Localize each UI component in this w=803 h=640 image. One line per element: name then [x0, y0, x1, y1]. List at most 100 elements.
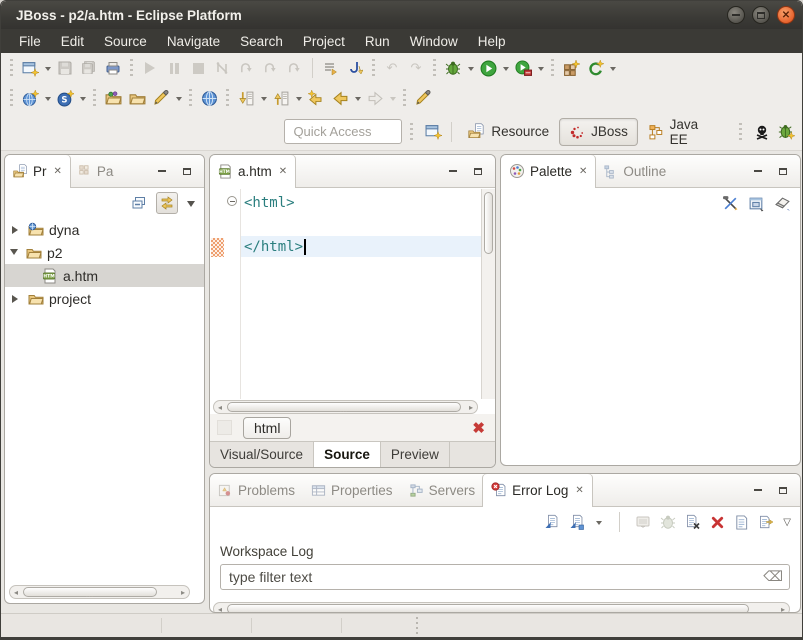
source-editor[interactable]: <html> </html>: [210, 189, 495, 399]
maximize-view-button[interactable]: [777, 484, 789, 496]
customize-palette-button[interactable]: [722, 195, 739, 212]
scrollbar-thumb[interactable]: [484, 192, 493, 254]
tab-servers[interactable]: Servers: [401, 474, 484, 506]
palette-editor-button[interactable]: [748, 195, 765, 212]
maximize-view-button[interactable]: [777, 165, 789, 177]
explorer-horizontal-scrollbar[interactable]: ◂ ⋯ ▸: [9, 585, 190, 601]
clear-log-button[interactable]: [685, 514, 701, 530]
scroll-left-arrow-icon[interactable]: ◂: [214, 605, 226, 613]
report-bug-button[interactable]: [774, 120, 798, 144]
import-button[interactable]: [101, 86, 125, 110]
menu-navigate[interactable]: Navigate: [157, 32, 230, 51]
debug-dropdown[interactable]: [465, 56, 476, 80]
print-button[interactable]: [101, 56, 125, 80]
open-log-button[interactable]: [734, 515, 749, 530]
menu-file[interactable]: File: [9, 32, 51, 51]
marker-dropdown[interactable]: [173, 86, 184, 110]
link-with-editor-button[interactable]: [156, 192, 178, 214]
scroll-left-arrow-icon[interactable]: ◂: [10, 588, 22, 597]
new-wizard-button[interactable]: [18, 56, 42, 80]
new-web-project-dropdown[interactable]: [42, 86, 53, 110]
menu-run[interactable]: Run: [355, 32, 400, 51]
tab-problems[interactable]: Problems: [210, 474, 303, 506]
menu-source[interactable]: Source: [94, 32, 157, 51]
new-seam-button[interactable]: [53, 86, 77, 110]
back-dropdown[interactable]: [352, 86, 363, 110]
code-text-area[interactable]: <html> </html>: [241, 189, 481, 399]
minimize-view-button[interactable]: [156, 165, 168, 177]
new-java-project-button[interactable]: [559, 56, 583, 80]
html-tag-breadcrumb-button[interactable]: html: [243, 416, 292, 439]
run-dropdown[interactable]: [500, 56, 511, 80]
menu-search[interactable]: Search: [230, 32, 293, 51]
scrollbar-thumb[interactable]: ⋯: [227, 604, 749, 612]
eraser-button[interactable]: [774, 195, 791, 212]
java-drop-button[interactable]: [343, 56, 367, 80]
scroll-left-arrow-icon[interactable]: ◂: [214, 403, 226, 412]
maximize-window-button[interactable]: [752, 6, 770, 24]
scroll-right-arrow-icon[interactable]: ▸: [465, 403, 477, 412]
new-web-project-button[interactable]: [18, 86, 42, 110]
run-button[interactable]: [476, 56, 500, 80]
collapse-arrow-icon[interactable]: [10, 249, 18, 259]
menu-window[interactable]: Window: [400, 32, 468, 51]
close-icon[interactable]: [277, 166, 287, 177]
tree-item-project[interactable]: project: [5, 287, 204, 310]
previous-annotation-button[interactable]: [269, 86, 293, 110]
collapse-all-button[interactable]: [131, 195, 147, 211]
debug-button[interactable]: [441, 56, 465, 80]
maximize-view-button[interactable]: [472, 165, 484, 177]
minimize-view-button[interactable]: [752, 165, 764, 177]
import-log-button[interactable]: [543, 514, 559, 530]
menu-project[interactable]: Project: [293, 32, 355, 51]
perspective-jboss[interactable]: JBoss: [559, 117, 638, 146]
new-runtime-button[interactable]: [583, 56, 607, 80]
tree-item-a-htm[interactable]: a.htm: [5, 264, 204, 287]
minimize-window-button[interactable]: [727, 6, 745, 24]
back-button[interactable]: [328, 86, 352, 110]
open-file-button[interactable]: [125, 86, 149, 110]
menu-edit[interactable]: Edit: [51, 32, 94, 51]
delete-log-button[interactable]: [710, 515, 725, 530]
tab-project-explorer[interactable]: Pr: [5, 155, 70, 188]
next-annotation-button[interactable]: [234, 86, 258, 110]
view-menu-button[interactable]: [783, 517, 791, 528]
close-icon[interactable]: [52, 166, 62, 177]
scrollbar-thumb[interactable]: ⋯: [227, 402, 461, 416]
tab-properties[interactable]: Properties: [303, 474, 401, 506]
console-horizontal-scrollbar[interactable]: ◂ ⋯ ▸: [213, 602, 790, 613]
launch-list-button[interactable]: [319, 56, 343, 80]
minimize-view-button[interactable]: [752, 484, 764, 496]
menu-help[interactable]: Help: [468, 32, 516, 51]
new-runtime-dropdown[interactable]: [607, 56, 618, 80]
tab-pa[interactable]: Pa: [70, 155, 122, 187]
expand-arrow-icon[interactable]: [12, 225, 22, 234]
export-log-dropdown[interactable]: [593, 510, 604, 534]
external-tools-button[interactable]: [511, 56, 535, 80]
quick-access-input[interactable]: [284, 119, 403, 144]
clear-filter-icon[interactable]: [763, 568, 783, 585]
open-perspective-button[interactable]: [421, 120, 445, 144]
log-filter-input[interactable]: [220, 564, 790, 590]
editor-horizontal-scrollbar[interactable]: ◂ ⋯ ▸: [213, 400, 478, 416]
web-browser-button[interactable]: [197, 86, 221, 110]
scroll-right-arrow-icon[interactable]: ▸: [777, 605, 789, 613]
tab-a-htm-editor[interactable]: a.htm: [210, 155, 296, 188]
tab-preview[interactable]: Preview: [381, 442, 450, 467]
tab-palette[interactable]: Palette: [501, 155, 596, 188]
scrollbar-thumb[interactable]: ⋯: [23, 587, 157, 601]
tab-error-log[interactable]: Error Log: [483, 474, 592, 507]
export-log-button[interactable]: [568, 514, 584, 530]
tab-outline[interactable]: Outline: [595, 155, 674, 187]
open-with-marker-button[interactable]: [149, 86, 173, 110]
previous-annotation-dropdown[interactable]: [293, 86, 304, 110]
last-edit-location-button[interactable]: [304, 86, 328, 110]
tab-source[interactable]: Source: [314, 441, 381, 467]
new-wizard-dropdown[interactable]: [42, 56, 53, 80]
collapse-fold-icon[interactable]: [227, 196, 237, 206]
editor-vertical-scrollbar[interactable]: [481, 189, 495, 399]
maximize-view-button[interactable]: [181, 165, 193, 177]
close-icon[interactable]: [573, 485, 583, 496]
perspective-java-ee[interactable]: Java EE: [638, 111, 729, 153]
close-icon[interactable]: [577, 166, 587, 177]
